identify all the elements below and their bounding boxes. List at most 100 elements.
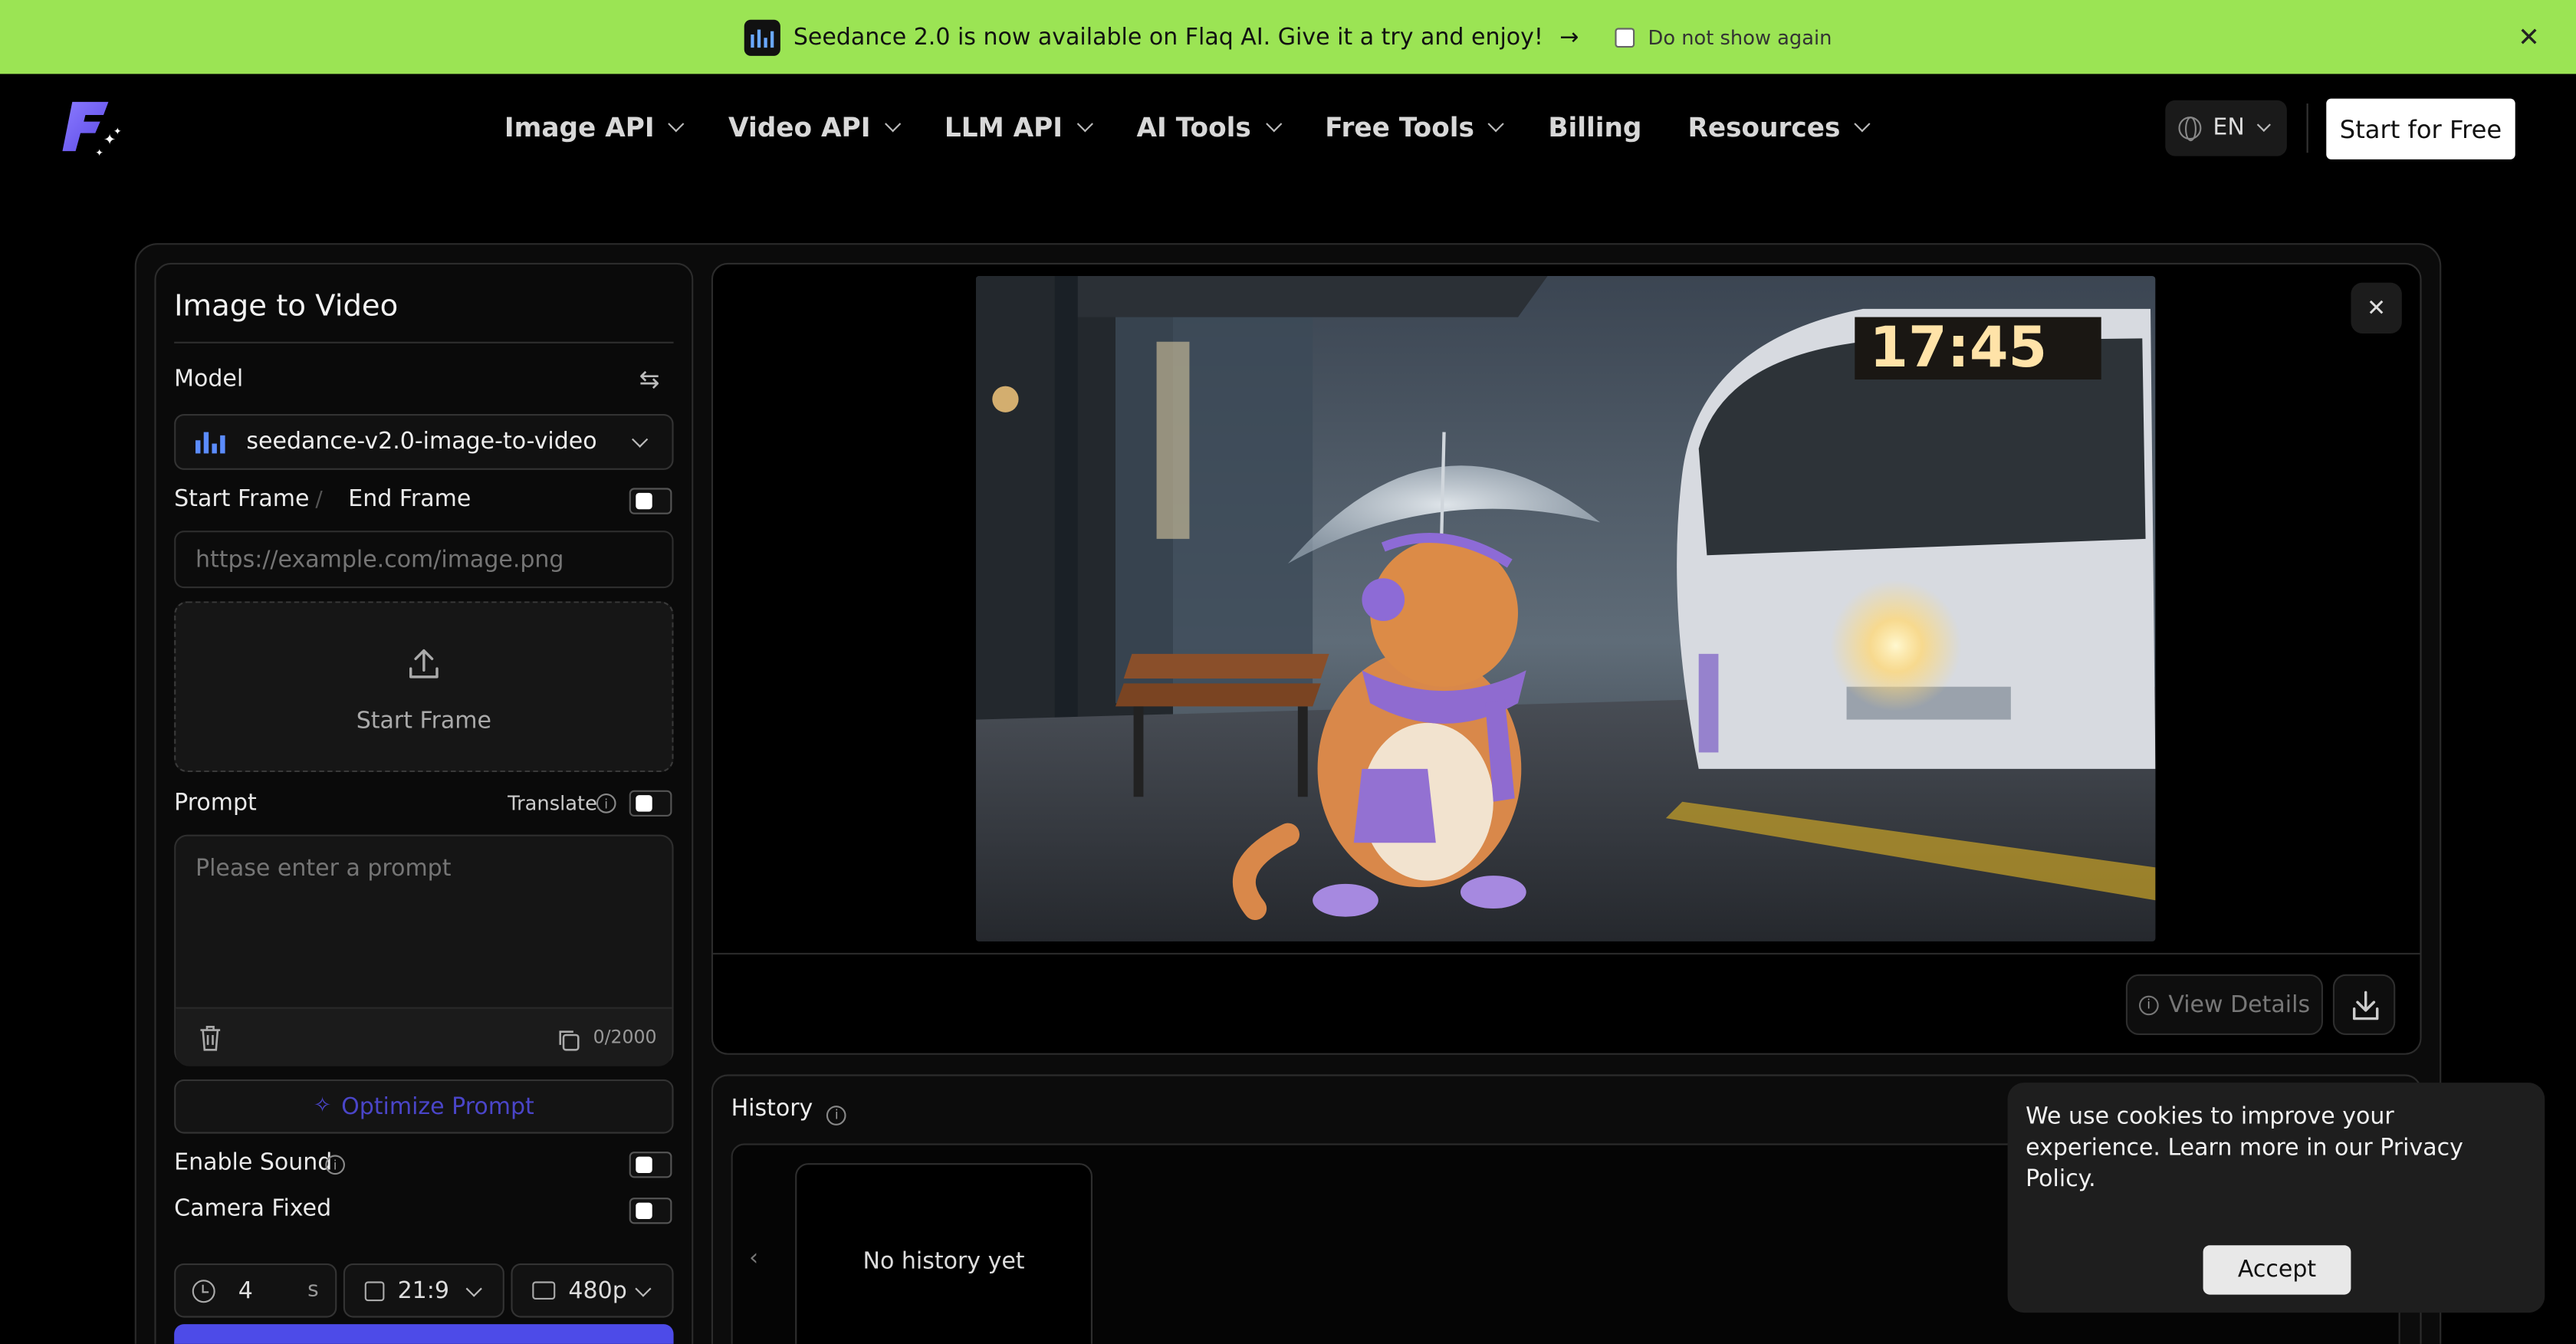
model-label: Model: [174, 366, 244, 393]
upload-label: Start Frame: [356, 708, 492, 734]
optimize-label: Optimize Prompt: [341, 1093, 534, 1120]
download-button[interactable]: [2332, 974, 2396, 1035]
cookie-text: We use cookies to improve your experienc…: [2026, 1104, 2463, 1193]
clock-icon: [192, 1279, 215, 1303]
info-icon[interactable]: i: [596, 794, 616, 813]
image-url-input[interactable]: [174, 531, 674, 589]
preview-illustration: 17:45: [975, 276, 2156, 941]
menu-label: Resources: [1687, 111, 1841, 143]
end-frame-toggle[interactable]: [629, 488, 672, 514]
panel-title: Image to Video: [174, 289, 399, 324]
menu-label: Video API: [728, 111, 871, 143]
chevron-down-icon: [2257, 117, 2272, 132]
chevron-down-icon: [1076, 116, 1093, 133]
duration-value: 4: [238, 1277, 253, 1304]
checkbox-box[interactable]: [1615, 27, 1635, 48]
accept-cookies-button[interactable]: Accept: [2203, 1245, 2351, 1295]
seedance-logo-icon: [744, 18, 780, 55]
chevron-down-icon: [635, 1280, 652, 1297]
swap-icon[interactable]: ⇆: [639, 365, 660, 395]
enable-sound-label: Enable Sound: [174, 1150, 333, 1177]
sparkle-icon: ✧: [313, 1094, 332, 1119]
language-selector[interactable]: EN: [2165, 100, 2287, 156]
end-frame-tab[interactable]: End Frame: [348, 486, 471, 512]
chevron-down-icon: [1488, 116, 1505, 133]
translate-label: Translate: [508, 791, 597, 815]
prompt-label: Prompt: [174, 790, 257, 817]
aspect-ratio-select[interactable]: 21:9: [343, 1263, 504, 1318]
monitor-icon: [532, 1281, 556, 1300]
menu-ai-tools[interactable]: AI Tools: [1136, 111, 1282, 143]
resolution-value: 480p: [568, 1277, 627, 1304]
language-code: EN: [2213, 115, 2245, 142]
flaq-logo[interactable]: ✦ ✦ ✦: [59, 99, 125, 158]
checkbox-label: Do not show again: [1648, 25, 1832, 49]
prompt-footer: 0/2000: [176, 1007, 672, 1066]
aspect-ratio-icon: [364, 1280, 385, 1301]
enable-sound-toggle[interactable]: [629, 1152, 672, 1178]
duration-unit: s: [307, 1278, 319, 1303]
history-empty-card: No history yet: [795, 1163, 1092, 1344]
chevron-down-icon: [632, 431, 649, 448]
optimize-prompt-button[interactable]: ✧ Optimize Prompt: [174, 1079, 674, 1134]
start-for-free-button[interactable]: Start for Free: [2326, 98, 2515, 159]
generate-button[interactable]: [174, 1324, 674, 1344]
chevron-down-icon: [668, 116, 685, 133]
camera-fixed-label: Camera Fixed: [174, 1196, 332, 1223]
info-icon[interactable]: i: [325, 1155, 345, 1175]
close-preview-button[interactable]: ✕: [2351, 282, 2402, 334]
nav-divider: [2306, 104, 2308, 153]
chevron-down-icon: [1854, 116, 1871, 133]
info-icon: i: [2138, 994, 2159, 1015]
title-divider: [174, 341, 674, 343]
camera-fixed-toggle[interactable]: [629, 1198, 672, 1224]
menu-image-api[interactable]: Image API: [504, 111, 685, 143]
prompt-box: 0/2000: [174, 834, 674, 1066]
translate-toggle[interactable]: [629, 790, 672, 817]
announcement-banner: Seedance 2.0 is now available on Flaq AI…: [0, 0, 2576, 74]
bus-clock-text: 17:45: [1869, 315, 2047, 380]
menu-label: LLM API: [944, 111, 1063, 143]
menu-video-api[interactable]: Video API: [728, 111, 901, 143]
model-select[interactable]: seedance-v2.0-image-to-video: [174, 414, 674, 470]
chevron-down-icon: [884, 116, 901, 133]
view-details-button[interactable]: i View Details: [2125, 974, 2323, 1035]
arrow-right-icon[interactable]: →: [1559, 24, 1579, 50]
seedance-logo-icon: [195, 430, 225, 454]
info-icon[interactable]: i: [826, 1105, 847, 1125]
globe-icon: [2178, 117, 2202, 142]
model-value: seedance-v2.0-image-to-video: [246, 429, 597, 455]
view-details-label: View Details: [2168, 991, 2311, 1018]
prompt-textarea[interactable]: [176, 836, 672, 1004]
resolution-select[interactable]: 480p: [511, 1263, 674, 1318]
preview-divider: [713, 952, 2420, 955]
upload-icon: [409, 649, 439, 679]
trash-icon[interactable]: [199, 1025, 222, 1051]
menu-resources[interactable]: Resources: [1687, 111, 1871, 143]
frame-divider: /: [315, 488, 323, 513]
menu-label: AI Tools: [1136, 111, 1251, 143]
menu-label: Free Tools: [1325, 111, 1474, 143]
chevron-down-icon: [465, 1280, 482, 1297]
svg-text:✦: ✦: [113, 127, 122, 138]
menu-billing[interactable]: Billing: [1548, 112, 1641, 143]
character-count: 0/2000: [593, 1027, 657, 1049]
chevron-left-icon[interactable]: ‹: [749, 1245, 758, 1271]
aspect-ratio-value: 21:9: [397, 1277, 449, 1304]
menu-free-tools[interactable]: Free Tools: [1325, 111, 1505, 143]
menu-label: Image API: [504, 111, 655, 143]
chevron-down-icon: [1265, 116, 1282, 133]
menu-llm-api[interactable]: LLM API: [944, 111, 1093, 143]
start-frame-upload[interactable]: Start Frame: [174, 601, 674, 773]
duration-input[interactable]: 4 s: [174, 1263, 337, 1318]
banner-link[interactable]: Seedance 2.0 is now available on Flaq AI…: [794, 24, 1543, 50]
do-not-show-again-checkbox[interactable]: Do not show again: [1615, 25, 1832, 48]
main-menu: Image API Video API LLM API AI Tools Fre…: [504, 112, 1914, 143]
start-frame-tab[interactable]: Start Frame: [174, 486, 309, 512]
close-icon[interactable]: ✕: [2518, 21, 2540, 53]
top-navigation: ✦ ✦ ✦ Image API Video API LLM API AI Too…: [0, 76, 2576, 181]
video-preview-image: 17:45: [975, 276, 2156, 941]
history-title-text: History: [731, 1096, 813, 1122]
copy-icon[interactable]: [557, 1028, 580, 1051]
cookie-consent: We use cookies to improve your experienc…: [2007, 1083, 2545, 1313]
